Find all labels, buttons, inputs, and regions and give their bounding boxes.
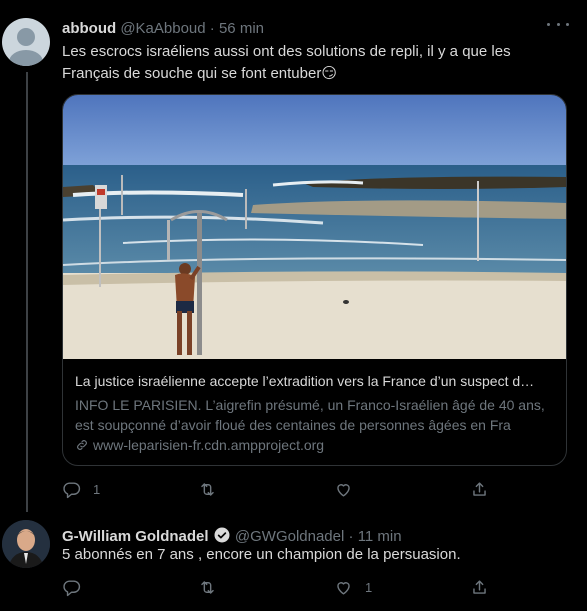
like-icon [337, 582, 350, 595]
thread-line [26, 72, 28, 512]
card-link[interactable]: www-leparisien-fr.cdn.ampproject.org [75, 435, 554, 455]
like-button[interactable] [334, 480, 470, 499]
retweet-button[interactable] [198, 480, 334, 499]
separator: · [348, 528, 354, 545]
tweet-header: G-William Goldnadel @GWGoldnadel · 11 mi… [62, 526, 402, 545]
separator: · [209, 20, 215, 37]
share-icon [473, 482, 486, 496]
author-handle[interactable]: @KaAbboud [120, 20, 205, 37]
tweet-header: abboud @KaAbboud · 56 min [62, 20, 264, 37]
default-avatar-icon[interactable] [2, 18, 50, 66]
like-icon [337, 484, 350, 497]
tweet-text: Les escrocs israéliens aussi ont des sol… [62, 41, 562, 85]
card-image [63, 95, 566, 359]
link-card[interactable]: La justice israélienne accepte l’extradi… [62, 94, 567, 466]
reply-icon [63, 482, 81, 499]
tweet-text: 5 abonnés en 7 ans , encore un champion … [62, 546, 461, 563]
like-count: 1 [365, 580, 373, 595]
card-description: INFO LE PARISIEN. L’aigrefin présumé, un… [75, 397, 545, 433]
author-handle[interactable]: @GWGoldnadel [235, 528, 344, 545]
tweet[interactable]: G-William Goldnadel @GWGoldnadel · 11 mi… [0, 512, 587, 611]
tweet-actions: 1 [62, 480, 587, 499]
share-button[interactable] [470, 480, 587, 499]
retweet-icon [201, 581, 214, 594]
card-domain[interactable]: www-leparisien-fr.cdn.ampproject.org [93, 435, 324, 455]
tweet-text-body: Les escrocs israéliens aussi ont des sol… [62, 43, 511, 82]
more-icon[interactable] [547, 18, 569, 30]
smirk-emoji: 😏 [321, 65, 337, 82]
timestamp[interactable]: 56 min [219, 20, 264, 37]
reply-count: 1 [93, 482, 101, 497]
author-name[interactable]: G-William Goldnadel [62, 528, 209, 545]
card-title[interactable]: La justice israélienne accepte l’extradi… [75, 371, 554, 391]
verified-badge-icon [214, 527, 230, 543]
retweet-button[interactable] [198, 578, 334, 597]
share-icon [473, 580, 486, 594]
reply-button[interactable]: 1 [62, 480, 198, 499]
author-name[interactable]: abboud [62, 20, 116, 37]
reply-icon [63, 580, 81, 597]
like-button[interactable]: 1 [334, 578, 470, 597]
retweet-icon [201, 483, 214, 496]
reply-button[interactable] [62, 578, 198, 597]
tweet-actions: 1 [62, 578, 587, 597]
link-icon [77, 440, 87, 450]
tweet[interactable]: abboud @KaAbboud · 56 min Les escrocs is… [0, 0, 587, 512]
timestamp[interactable]: 11 min [358, 528, 402, 545]
avatar[interactable] [2, 520, 50, 568]
share-button[interactable] [470, 578, 587, 597]
card-body: La justice israélienne accepte l’extradi… [75, 371, 554, 455]
